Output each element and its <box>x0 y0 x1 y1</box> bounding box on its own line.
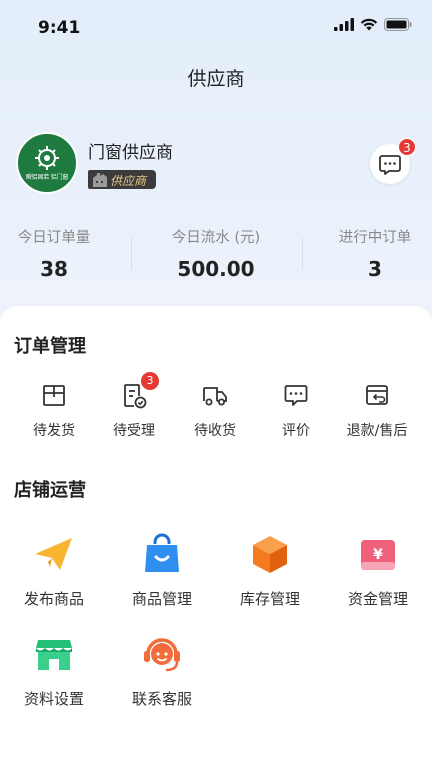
stats-row: 今日订单量 38 今日流水 (元) 500.00 进行中订单 3 <box>0 226 432 286</box>
message-button[interactable]: 3 <box>370 138 416 184</box>
status-icons <box>334 18 412 31</box>
order-item-review[interactable]: 评价 <box>253 380 339 440</box>
status-bar: 9:41 <box>0 0 432 56</box>
order-item-to-receive[interactable]: 待收货 <box>172 380 258 440</box>
shop-item-label: 联系客服 <box>131 690 192 708</box>
shop-name: 门窗供应商 <box>88 143 173 163</box>
box-icon <box>253 536 287 573</box>
order-item-to-accept[interactable]: 3 待受理 <box>91 372 177 440</box>
supplier-badge: 供应商 <box>88 170 156 189</box>
order-item-to-ship[interactable]: 待发货 <box>11 380 97 440</box>
money-icon: ¥ <box>361 540 395 570</box>
shop-section-title: 店铺运营 <box>14 480 86 501</box>
package-icon <box>43 385 65 406</box>
comment-icon <box>284 385 308 406</box>
signal-icon <box>334 18 354 31</box>
stat-label: 进行中订单 <box>338 230 412 246</box>
shop-item-label: 商品管理 <box>131 590 192 608</box>
shop-item-label: 发布商品 <box>23 590 84 608</box>
shop-item-customer-service[interactable]: 联系客服 <box>108 632 216 709</box>
shop-item-products[interactable]: 商品管理 <box>108 532 216 609</box>
stat-in-progress-orders[interactable]: 进行中订单 3 <box>303 226 432 281</box>
order-item-label: 待收货 <box>194 423 236 439</box>
stat-value: 500.00 <box>177 257 255 281</box>
page-title: 供应商 <box>187 68 245 90</box>
avatar[interactable]: 瞬铝固若 铝门窗 <box>16 132 78 194</box>
shop-item-publish[interactable]: 发布商品 <box>0 532 108 609</box>
message-count-badge: 3 <box>398 138 416 156</box>
shop-item-funds[interactable]: ¥ 资金管理 <box>324 532 432 609</box>
store-icon <box>36 640 72 670</box>
headset-icon <box>144 638 180 672</box>
stat-today-revenue[interactable]: 今日流水 (元) 500.00 <box>144 226 288 281</box>
logo-text: 瞬铝固若 铝门窗 <box>25 174 69 181</box>
pending-count-badge: 3 <box>141 372 159 390</box>
shop-item-label: 资料设置 <box>23 690 84 708</box>
divider <box>131 238 132 270</box>
wifi-icon <box>360 18 378 31</box>
stat-today-orders[interactable]: 今日订单量 38 <box>0 226 126 281</box>
shop-item-profile-settings[interactable]: 资料设置 <box>0 632 108 709</box>
shopping-bag-icon <box>145 533 179 572</box>
order-item-label: 待发货 <box>33 423 75 439</box>
shop-item-label: 库存管理 <box>239 590 300 608</box>
stat-label: 今日流水 (元) <box>171 230 261 246</box>
order-item-refund[interactable]: 退款/售后 <box>334 380 420 440</box>
truck-icon <box>203 387 227 406</box>
stat-value: 38 <box>40 257 68 281</box>
order-item-label: 退款/售后 <box>346 423 408 439</box>
profile-header: 瞬铝固若 铝门窗 门窗供应商 供应商 3 <box>16 132 416 196</box>
status-time: 9:41 <box>38 18 81 38</box>
stat-value: 3 <box>368 257 382 281</box>
order-section-title: 订单管理 <box>14 336 86 357</box>
paper-plane-icon <box>35 538 72 570</box>
order-item-label: 评价 <box>282 423 310 439</box>
logo-icon <box>35 146 59 170</box>
svg-text:¥: ¥ <box>373 547 383 563</box>
order-item-label: 待受理 <box>113 423 155 439</box>
supplier-badge-label: 供应商 <box>110 174 147 188</box>
shop-item-inventory[interactable]: 库存管理 <box>216 532 324 609</box>
stat-label: 今日订单量 <box>17 230 91 246</box>
battery-icon <box>384 18 412 31</box>
building-icon <box>93 173 107 187</box>
shop-item-label: 资金管理 <box>347 590 408 608</box>
main-card: 订单管理 待发货 3 待受理 待收货 评价 退款/售后 店铺运营 发布商品 商品… <box>0 306 432 768</box>
refund-icon <box>366 385 388 405</box>
